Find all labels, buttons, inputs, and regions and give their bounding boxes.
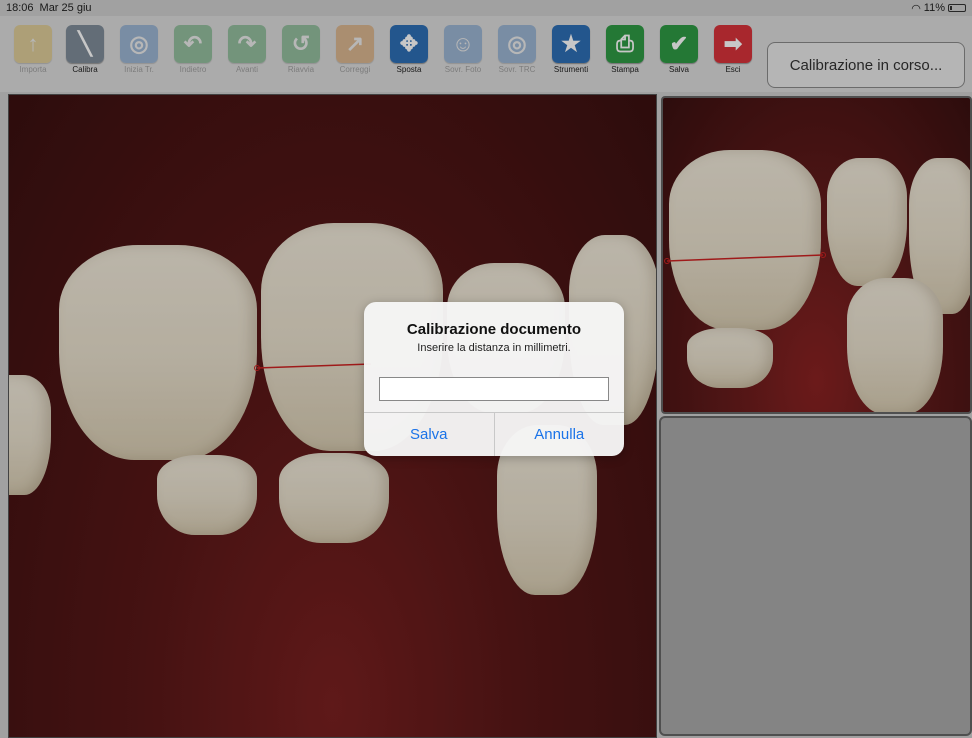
magic-wand-icon: ★ xyxy=(552,25,590,63)
status-time: 18:06 xyxy=(6,2,34,14)
exit-button[interactable]: ➡ Esci xyxy=(708,25,758,74)
print-button[interactable]: ⎙ Stampa xyxy=(600,25,650,74)
save-button[interactable]: ✔ Salva xyxy=(654,25,704,74)
calibration-status-box: Calibrazione in corso... xyxy=(767,42,965,88)
dialog-buttons: Salva Annulla xyxy=(364,412,624,456)
wifi-icon: ◠ xyxy=(911,2,921,15)
move-button[interactable]: ✥ Sposta xyxy=(384,25,434,74)
correct-button[interactable]: ↗ Correggi xyxy=(330,25,380,74)
ruler-calibrate-icon: ╲ xyxy=(66,25,104,63)
save-check-icon: ✔ xyxy=(660,25,698,63)
start-trace-icon: ◎ xyxy=(120,25,158,63)
distance-input[interactable] xyxy=(379,377,609,401)
calibrate-button[interactable]: ╲ Calibra xyxy=(60,25,110,74)
restart-button[interactable]: ↺ Riavvia xyxy=(276,25,326,74)
move-arrows-icon: ✥ xyxy=(390,25,428,63)
battery-percentage: 11% xyxy=(923,2,945,14)
overlay-photo-button[interactable]: ☺ Sovr. Foto xyxy=(438,25,488,74)
toolbar: ↑ Importa ╲ Calibra ◎ Inizia Tr. ↶ Indie… xyxy=(0,16,972,92)
calibration-dialog: Calibrazione documento Inserire la dista… xyxy=(364,302,624,456)
status-date: Mar 25 giu xyxy=(39,2,92,14)
status-bar: 18:06 Mar 25 giu ◠ 11% xyxy=(0,0,972,16)
folder-import-icon: ↑ xyxy=(14,25,52,63)
printer-icon: ⎙ xyxy=(606,25,644,63)
import-button[interactable]: ↑ Importa xyxy=(8,25,58,74)
tools-button[interactable]: ★ Strumenti xyxy=(546,25,596,74)
undo-icon: ↶ xyxy=(174,25,212,63)
overlay-trc-icon: ◎ xyxy=(498,25,536,63)
dialog-cancel-button[interactable]: Annulla xyxy=(493,413,625,456)
undo-button[interactable]: ↶ Indietro xyxy=(168,25,218,74)
battery-icon xyxy=(948,4,966,12)
redo-button[interactable]: ↷ Avanti xyxy=(222,25,272,74)
secondary-panel xyxy=(659,416,972,736)
dialog-title: Calibrazione documento xyxy=(406,321,582,338)
correct-icon: ↗ xyxy=(336,25,374,63)
preview-panel[interactable] xyxy=(661,96,972,414)
overlay-trc-button[interactable]: ◎ Sovr. TRC xyxy=(492,25,542,74)
dialog-message: Inserire la distanza in millimetri. xyxy=(417,342,571,354)
restart-icon: ↺ xyxy=(282,25,320,63)
preview-calibration-line xyxy=(664,252,826,264)
redo-icon: ↷ xyxy=(228,25,266,63)
start-trace-button[interactable]: ◎ Inizia Tr. xyxy=(114,25,164,74)
dialog-save-button[interactable]: Salva xyxy=(364,413,494,456)
overlay-photo-icon: ☺ xyxy=(444,25,482,63)
exit-icon: ➡ xyxy=(714,25,752,63)
